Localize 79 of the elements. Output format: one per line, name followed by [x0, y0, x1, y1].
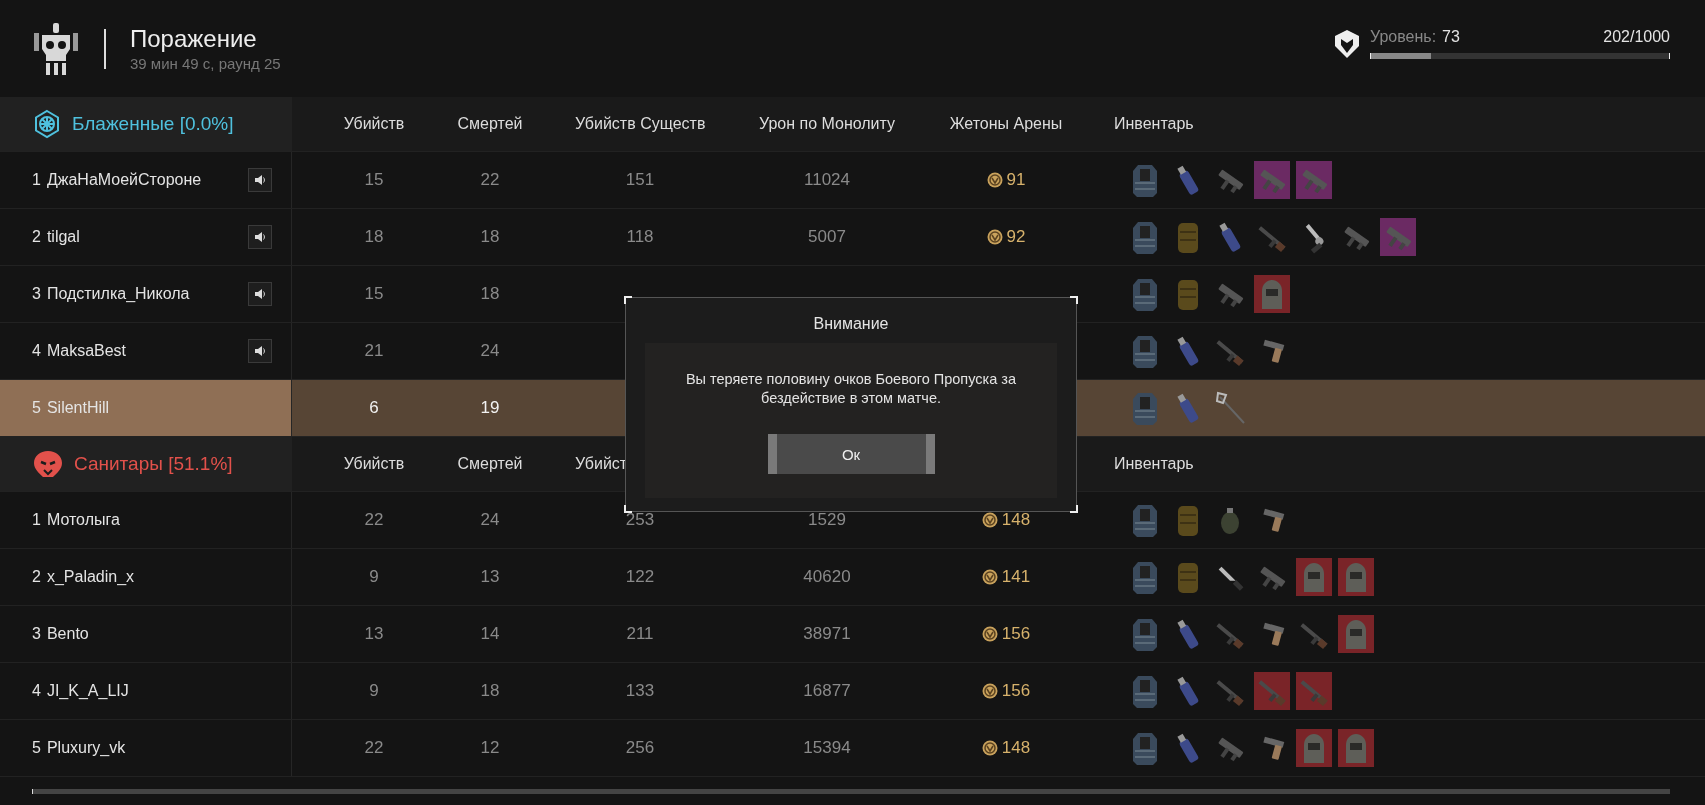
stat-value: 16877: [803, 681, 851, 701]
stat-value: 13: [480, 567, 500, 587]
player-rank: 1: [32, 171, 41, 189]
player-rank: 5: [32, 739, 41, 757]
player-name: Pluxury_vk: [46, 739, 126, 757]
stat-value: 11024: [804, 170, 850, 190]
token-count: 148: [1001, 510, 1031, 530]
player-rank: 5: [32, 399, 41, 417]
player-name: ДжаНаМоейСтороне: [46, 171, 202, 189]
column-header: Инвентарь: [1114, 455, 1194, 473]
stat-value: 40620: [803, 567, 851, 587]
player-name: SilentHill: [46, 399, 110, 417]
stat-value: 9: [369, 681, 379, 701]
stat-value: 6: [369, 398, 379, 418]
player-name: JI_K_A_LIJ: [46, 682, 129, 700]
token-count: 141: [1001, 567, 1031, 587]
progress-text: 202/1000: [1603, 28, 1670, 46]
stat-value: 14: [480, 624, 500, 644]
player-rank: 3: [32, 625, 41, 643]
stat-value: 253: [625, 510, 655, 530]
team-name: Блаженные [0.0%]: [72, 113, 234, 135]
token-count: 156: [1001, 624, 1031, 644]
column-header: Урон по Монолиту: [758, 115, 896, 133]
stat-value: 18: [480, 284, 500, 304]
player-rank: 2: [32, 568, 41, 586]
player-rank: 1: [32, 511, 41, 529]
stat-value: 9: [369, 567, 379, 587]
player-rank: 3: [32, 285, 41, 303]
token-count: 92: [1006, 227, 1026, 247]
stat-value: 122: [625, 567, 655, 587]
player-rank: 2: [32, 228, 41, 246]
column-header: Жетоны Арены: [949, 115, 1063, 133]
match-duration: 39 мин 49 с, раунд 25: [130, 55, 281, 72]
stat-value: 22: [364, 510, 384, 530]
stat-value: 18: [480, 227, 500, 247]
stat-value: 12: [480, 738, 500, 758]
column-header: Смертей: [457, 455, 523, 473]
column-header: Убийств Существ: [575, 115, 706, 133]
token-count: 148: [1001, 738, 1031, 758]
stat-value: 15394: [803, 738, 851, 758]
token-count: 156: [1001, 681, 1031, 701]
stat-value: 151: [625, 170, 655, 190]
result-title: Поражение: [130, 25, 258, 53]
stat-value: 211: [626, 624, 654, 644]
column-header: Убийст: [575, 455, 628, 473]
stat-value: 22: [364, 738, 384, 758]
player-name: Мотолыга: [46, 511, 120, 529]
stat-value: 15: [364, 170, 384, 190]
player-rank: 4: [32, 342, 41, 360]
player-rank: 4: [32, 682, 41, 700]
stat-value: 24: [480, 341, 500, 361]
stat-value: 133: [625, 681, 655, 701]
level-label: Уровень:: [1370, 28, 1437, 46]
dialog-message: Вы теряете половину очков Боевого Пропуска за бездействие в этом матче.: [684, 370, 1018, 408]
stat-value: 13: [364, 624, 384, 644]
player-name: tilgal: [46, 228, 80, 246]
stat-value: 18: [364, 227, 384, 247]
stat-value: 256: [625, 738, 655, 758]
player-name: x_Paladin_x: [46, 568, 135, 586]
column-header: Инвентарь: [1114, 115, 1194, 133]
stat-value: 19: [480, 398, 500, 418]
column-header: Смертей: [457, 115, 523, 133]
stat-value: 5007: [808, 227, 846, 247]
stat-value: 118: [626, 227, 654, 247]
stat-value: 24: [480, 510, 500, 530]
team-name: Санитары [51.1%]: [74, 453, 233, 475]
stat-value: 38971: [803, 624, 851, 644]
column-header: Убийств: [343, 455, 405, 473]
stat-value: 15: [364, 284, 384, 304]
level-value: 73: [1442, 28, 1460, 46]
column-header: Убийств: [343, 115, 405, 133]
player-name: Подстилка_Никола: [46, 285, 190, 303]
stat-value: 21: [364, 341, 384, 361]
token-count: 91: [1006, 170, 1026, 190]
stat-value: 22: [480, 170, 500, 190]
stat-value: 1529: [808, 510, 846, 530]
stat-value: 18: [480, 681, 500, 701]
player-name: MaksaBest: [46, 342, 127, 360]
player-name: Bento: [46, 625, 89, 643]
